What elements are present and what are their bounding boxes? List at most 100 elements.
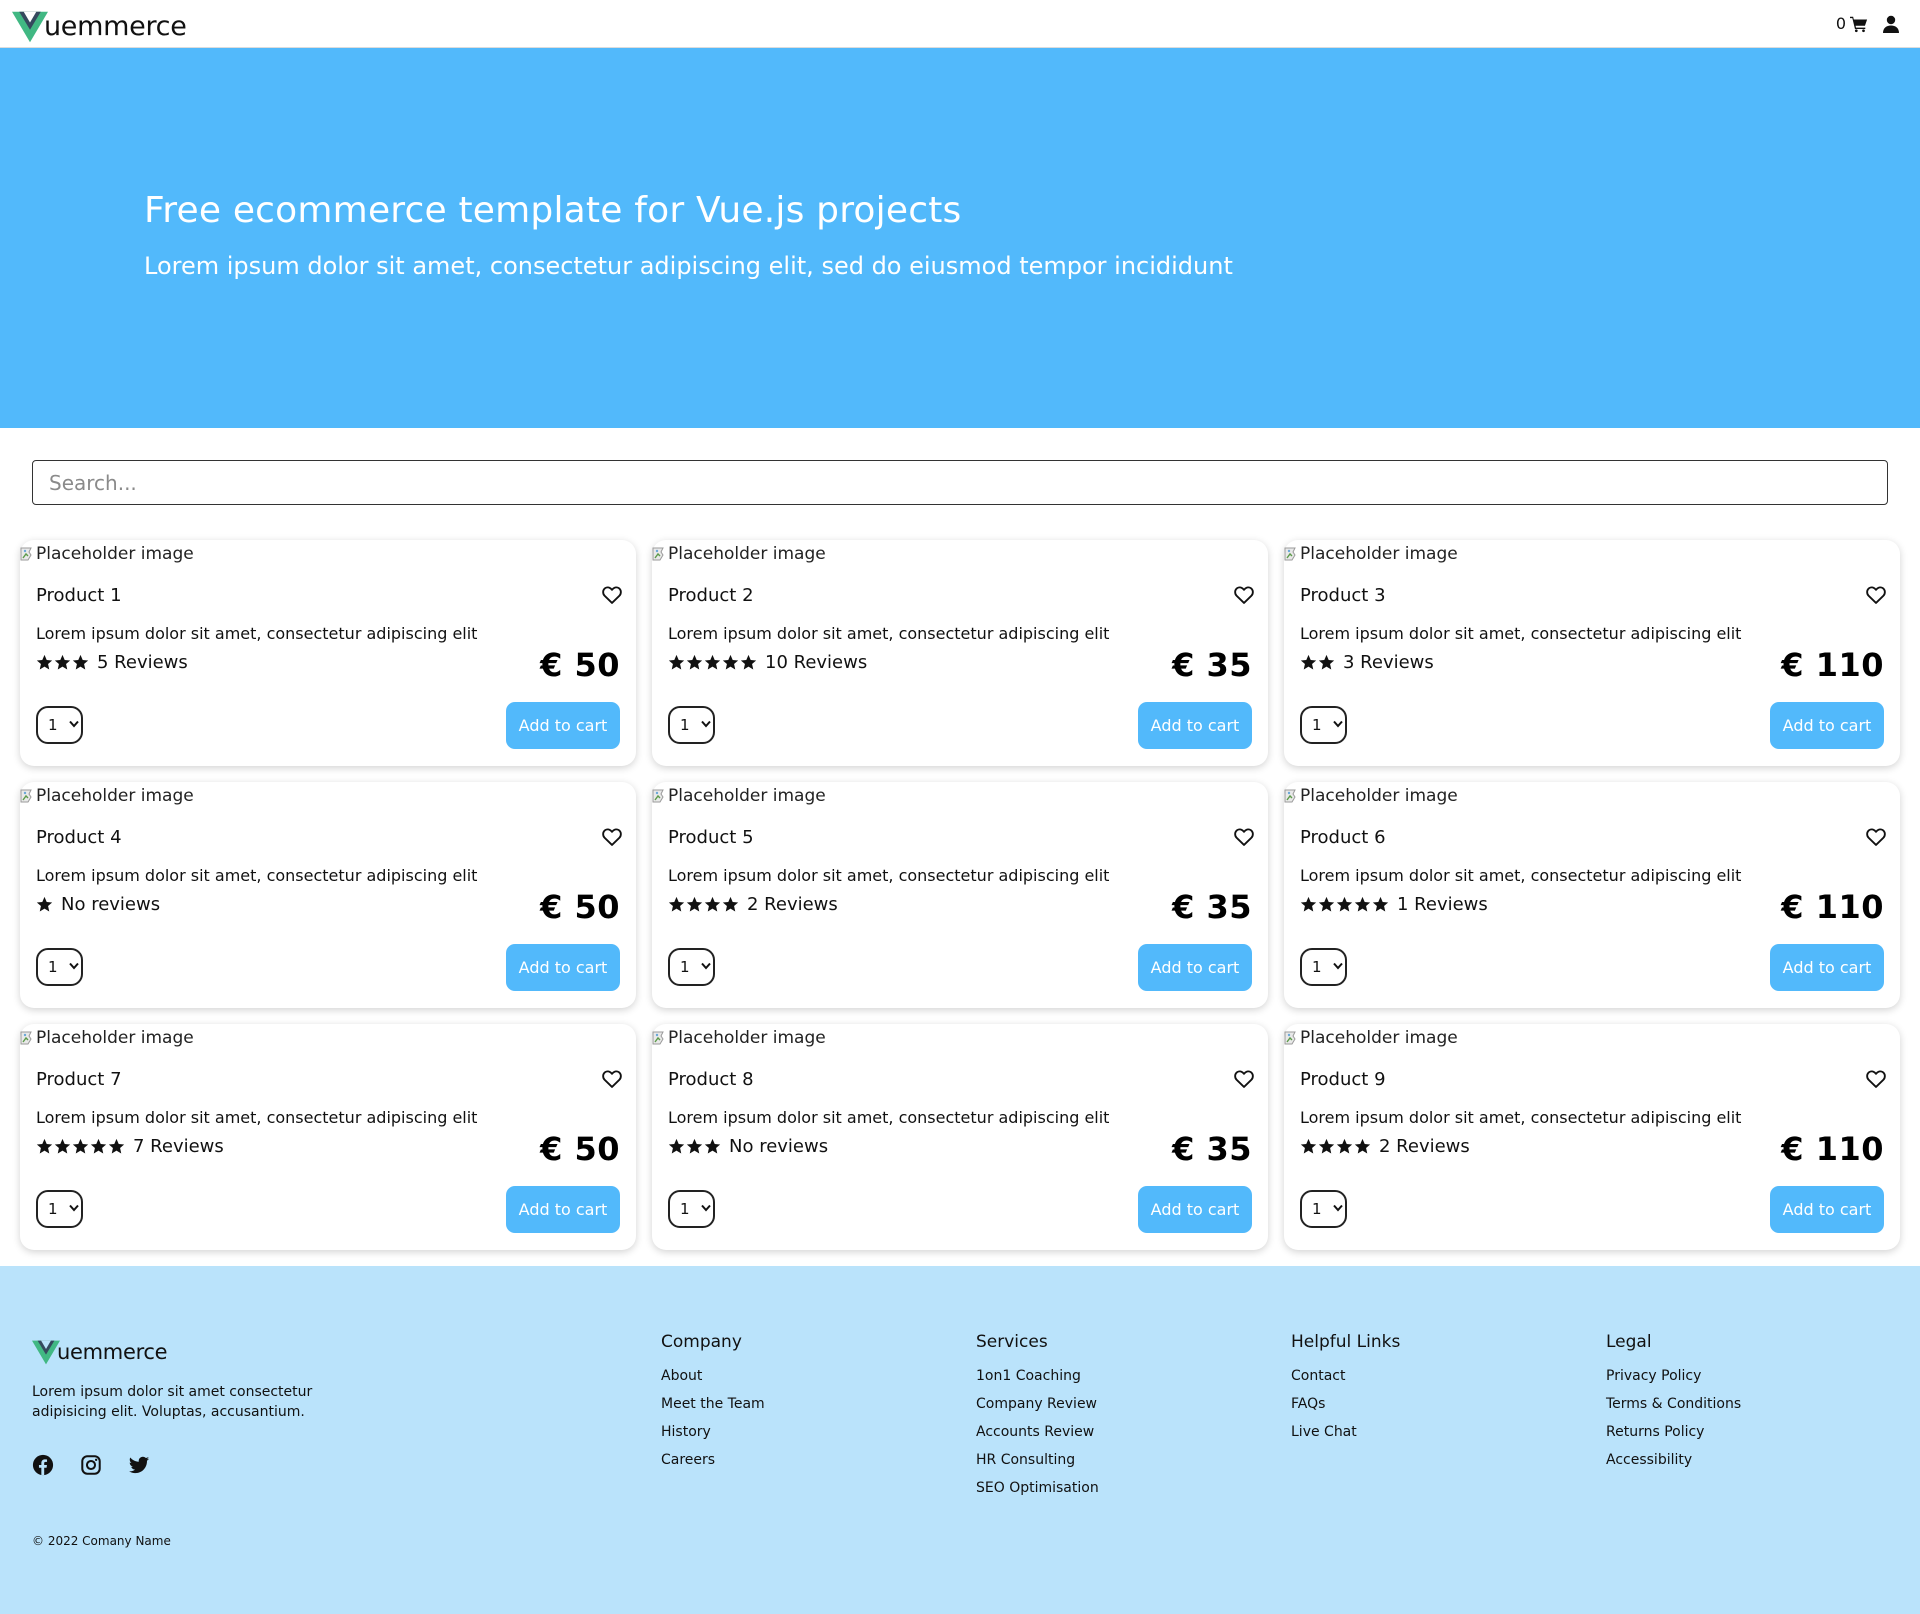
product-image-alt: Placeholder image xyxy=(668,786,826,806)
review-count: 10 Reviews xyxy=(765,652,868,673)
heart-icon[interactable] xyxy=(1234,1069,1254,1089)
add-to-cart-button[interactable]: Add to cart xyxy=(506,944,620,991)
facebook-icon[interactable] xyxy=(32,1454,54,1476)
footer-link-live-chat[interactable]: Live Chat xyxy=(1291,1424,1400,1441)
product-name: Product 4 xyxy=(36,827,122,848)
footer-link-privacy-policy[interactable]: Privacy Policy xyxy=(1606,1368,1741,1385)
add-to-cart-button[interactable]: Add to cart xyxy=(1770,1186,1884,1233)
product-rating: 5 Reviews xyxy=(36,652,188,673)
product-rating: No reviews xyxy=(36,894,160,915)
quantity-select[interactable]: 1 xyxy=(36,1190,83,1228)
quantity-select[interactable]: 1 xyxy=(36,706,83,744)
quantity-select[interactable]: 1 xyxy=(668,1190,715,1228)
product-image-alt: Placeholder image xyxy=(36,1028,194,1048)
add-to-cart-button[interactable]: Add to cart xyxy=(1138,944,1252,991)
heart-icon[interactable] xyxy=(1866,585,1886,605)
footer-link-returns-policy[interactable]: Returns Policy xyxy=(1606,1424,1741,1441)
product-name: Product 2 xyxy=(668,585,754,606)
product-name: Product 7 xyxy=(36,1069,122,1090)
quantity-select[interactable]: 1 xyxy=(668,948,715,986)
product-image: Placeholder image xyxy=(20,544,194,564)
quantity-select[interactable]: 1 xyxy=(1300,706,1347,744)
add-to-cart-button[interactable]: Add to cart xyxy=(1138,1186,1252,1233)
hero-subtitle: Lorem ipsum dolor sit amet, consectetur … xyxy=(144,252,1233,280)
footer-link-contact[interactable]: Contact xyxy=(1291,1368,1400,1385)
add-to-cart-button[interactable]: Add to cart xyxy=(1770,944,1884,991)
product-image: Placeholder image xyxy=(1284,544,1458,564)
product-name: Product 8 xyxy=(668,1069,754,1090)
footer-link-faqs[interactable]: FAQs xyxy=(1291,1396,1400,1413)
add-to-cart-button[interactable]: Add to cart xyxy=(1770,702,1884,749)
heart-icon[interactable] xyxy=(1866,827,1886,847)
footer-link-coaching[interactable]: 1on1 Coaching xyxy=(976,1368,1099,1385)
product-description: Lorem ipsum dolor sit amet, consectetur … xyxy=(1300,624,1742,643)
product-card: Placeholder image Product 2 Lorem ipsum … xyxy=(652,540,1268,766)
broken-image-icon xyxy=(1284,1031,1296,1045)
cart-button[interactable]: 0 xyxy=(1836,14,1868,33)
footer-link-hr-consulting[interactable]: HR Consulting xyxy=(976,1452,1099,1469)
footer-link-accessibility[interactable]: Accessibility xyxy=(1606,1452,1741,1469)
product-description: Lorem ipsum dolor sit amet, consectetur … xyxy=(668,866,1110,885)
product-card: Placeholder image Product 1 Lorem ipsum … xyxy=(20,540,636,766)
star-icon xyxy=(36,1138,53,1154)
star-rating xyxy=(36,1138,125,1155)
star-icon xyxy=(36,896,53,912)
review-count: 7 Reviews xyxy=(133,1136,224,1157)
add-to-cart-button[interactable]: Add to cart xyxy=(1138,702,1252,749)
footer-link-careers[interactable]: Careers xyxy=(661,1452,765,1469)
add-to-cart-button[interactable]: Add to cart xyxy=(506,702,620,749)
footer-link-accounts-review[interactable]: Accounts Review xyxy=(976,1424,1099,1441)
footer-link-seo-optimisation[interactable]: SEO Optimisation xyxy=(976,1480,1099,1497)
product-price: € 50 xyxy=(540,1130,620,1168)
product-image: Placeholder image xyxy=(1284,1028,1458,1048)
add-to-cart-button[interactable]: Add to cart xyxy=(506,1186,620,1233)
heart-icon[interactable] xyxy=(602,585,622,605)
heart-icon[interactable] xyxy=(1866,1069,1886,1089)
footer-link-meet-the-team[interactable]: Meet the Team xyxy=(661,1396,765,1413)
footer-link-history[interactable]: History xyxy=(661,1424,765,1441)
search-input[interactable] xyxy=(32,460,1888,505)
quantity-select[interactable]: 1 xyxy=(1300,948,1347,986)
product-description: Lorem ipsum dolor sit amet, consectetur … xyxy=(1300,866,1742,885)
heart-icon[interactable] xyxy=(1234,827,1254,847)
user-icon[interactable] xyxy=(1882,15,1900,33)
heart-icon[interactable] xyxy=(602,1069,622,1089)
product-image: Placeholder image xyxy=(20,786,194,806)
social-links xyxy=(32,1454,150,1476)
star-rating xyxy=(668,654,757,671)
footer-column-title: Services xyxy=(976,1332,1048,1352)
broken-image-icon xyxy=(20,547,32,561)
product-rating: 10 Reviews xyxy=(668,652,867,673)
quantity-select[interactable]: 1 xyxy=(36,948,83,986)
cart-count: 0 xyxy=(1835,14,1846,33)
review-count: 2 Reviews xyxy=(1379,1136,1470,1157)
footer-link-terms-conditions[interactable]: Terms & Conditions xyxy=(1606,1396,1741,1413)
product-image-alt: Placeholder image xyxy=(36,544,194,564)
star-icon xyxy=(704,896,721,912)
footer-brand-logo[interactable]: uemmerce xyxy=(32,1336,168,1366)
product-name: Product 6 xyxy=(1300,827,1386,848)
heart-icon[interactable] xyxy=(1234,585,1254,605)
twitter-icon[interactable] xyxy=(128,1454,150,1476)
broken-image-icon xyxy=(20,789,32,803)
star-icon xyxy=(36,654,53,670)
star-icon xyxy=(72,1138,89,1154)
product-description: Lorem ipsum dolor sit amet, consectetur … xyxy=(36,1108,478,1127)
product-rating: 7 Reviews xyxy=(36,1136,224,1157)
quantity-select[interactable]: 1 xyxy=(668,706,715,744)
product-price: € 50 xyxy=(540,646,620,684)
footer-link-about[interactable]: About xyxy=(661,1368,765,1385)
instagram-icon[interactable] xyxy=(80,1454,102,1476)
brand-logo-link[interactable]: uemmerce xyxy=(12,4,187,44)
quantity-select[interactable]: 1 xyxy=(1300,1190,1347,1228)
star-icon xyxy=(108,1138,125,1154)
star-rating xyxy=(1300,1138,1371,1155)
star-icon xyxy=(686,654,703,670)
heart-icon[interactable] xyxy=(602,827,622,847)
product-card: Placeholder image Product 3 Lorem ipsum … xyxy=(1284,540,1900,766)
brand-name: uemmerce xyxy=(44,10,187,42)
footer-link-company-review[interactable]: Company Review xyxy=(976,1396,1099,1413)
product-image: Placeholder image xyxy=(1284,786,1458,806)
product-name: Product 1 xyxy=(36,585,122,606)
star-icon xyxy=(54,654,71,670)
